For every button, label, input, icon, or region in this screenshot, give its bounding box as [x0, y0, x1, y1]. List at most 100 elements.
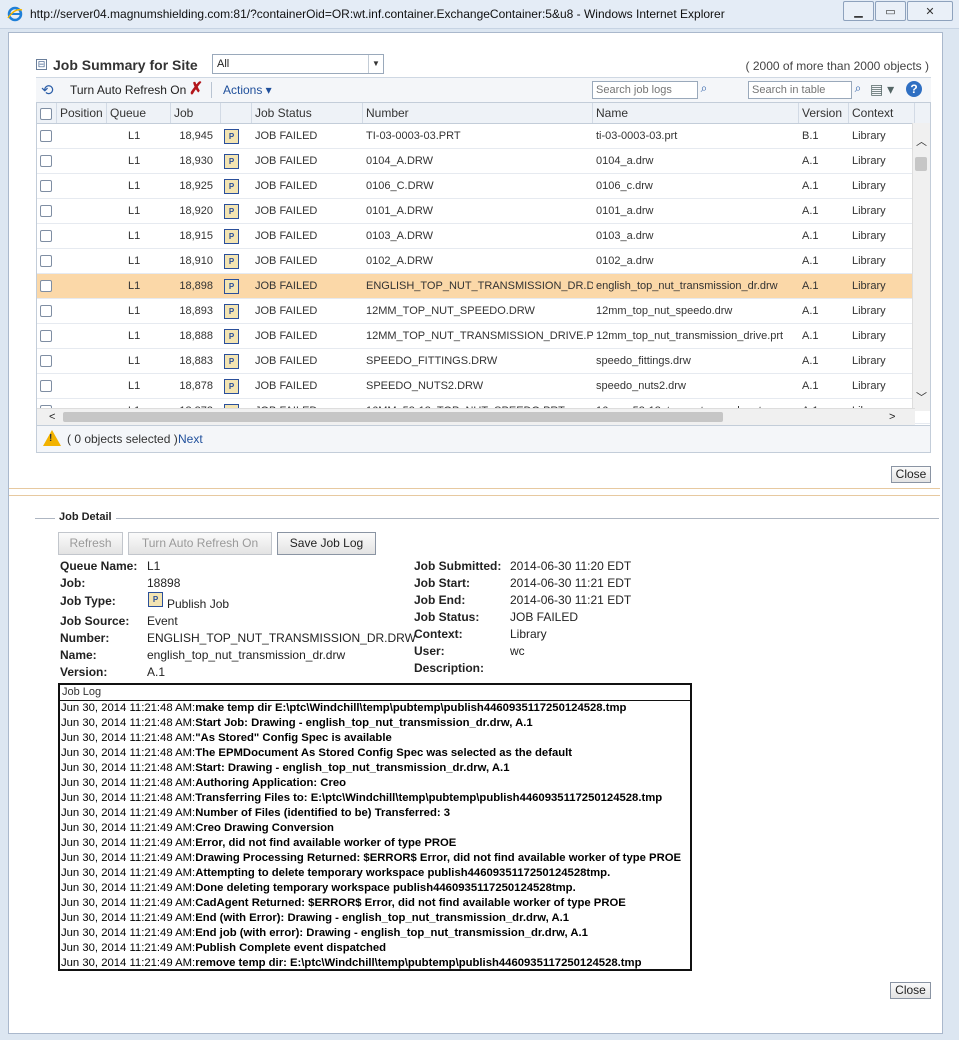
table-row[interactable]: L1 18,893 P JOB FAILED 12MM_TOP_NUT_SPEEDO.D… [37, 299, 930, 324]
table-row[interactable]: L1 18,920 P JOB FAILED 0101_A.DRW 0101_a.drw A… [37, 199, 930, 224]
close-detail-button[interactable]: Close [890, 982, 931, 999]
help-icon[interactable]: ? [906, 81, 922, 97]
row-checkbox[interactable] [40, 130, 52, 143]
select-all-checkbox[interactable] [40, 107, 52, 120]
number-cell: ENGLISH_TOP_NUT_TRANSMISSION_DR.DRW [366, 280, 593, 292]
row-checkbox[interactable] [40, 380, 52, 393]
horizontal-scroll-thumb[interactable] [63, 412, 723, 422]
row-checkbox-cell [37, 274, 57, 298]
table-header: Position Queue Job Job Status Number Nam… [37, 103, 930, 124]
actions-menu[interactable]: Actions ▾ [223, 83, 272, 97]
publish-job-icon[interactable]: P [224, 128, 239, 144]
row-checkbox[interactable] [40, 355, 52, 368]
publish-job-icon[interactable]: P [224, 153, 239, 169]
search-job-logs-input[interactable] [592, 81, 698, 99]
save-job-log-button[interactable]: Save Job Log [277, 532, 376, 555]
scroll-left-icon[interactable]: < [49, 409, 55, 425]
table-row[interactable]: L1 18,945 P JOB FAILED TI-03-0003-03.PRT ti-0… [37, 124, 930, 149]
column-header-job[interactable]: Job [171, 103, 221, 123]
table-row[interactable]: L1 18,878 P JOB FAILED SPEEDO_NUTS2.DRW speed… [37, 374, 930, 399]
job-source-label: Job Source: [60, 614, 130, 628]
row-checkbox[interactable] [40, 155, 52, 168]
job-label: Job: [60, 576, 86, 590]
log-message: remove temp dir: E:\ptc\Windchill\temp\p… [195, 957, 642, 969]
table-row[interactable]: L1 18,898 P JOB FAILED ENGLISH_TOP_NUT_TRANS… [37, 274, 930, 299]
row-checkbox[interactable] [40, 230, 52, 243]
name-cell: speedo_fittings.drw [596, 355, 691, 367]
publish-job-icon[interactable]: P [224, 278, 239, 294]
refresh-icon[interactable]: ⟲ [41, 81, 54, 99]
publish-job-icon[interactable]: P [224, 228, 239, 244]
name-label: Name: [60, 648, 97, 662]
number-cell: 0106_C.DRW [366, 180, 434, 192]
row-checkbox[interactable] [40, 330, 52, 343]
next-page-link[interactable]: Next [178, 432, 203, 446]
job-type-cell: P [221, 174, 252, 198]
row-checkbox[interactable] [40, 305, 52, 318]
job-number-cell: 18,930 [179, 155, 213, 167]
column-header-type[interactable] [221, 103, 252, 123]
delete-icon[interactable]: ✗ [189, 79, 203, 99]
table-row[interactable]: L1 18,915 P JOB FAILED 0103_A.DRW 0103_a.drw A… [37, 224, 930, 249]
collapse-icon[interactable]: ⊟ [36, 59, 47, 70]
table-row[interactable]: L1 18,910 P JOB FAILED 0102_A.DRW 0102_a.drw A… [37, 249, 930, 274]
row-checkbox[interactable] [40, 280, 52, 293]
publish-job-icon[interactable]: P [224, 378, 239, 394]
close-window-button[interactable]: ✕ [907, 1, 953, 21]
publish-job-icon[interactable]: P [224, 203, 239, 219]
table-row[interactable]: L1 18,930 P JOB FAILED 0104_A.DRW 0104_a.drw A… [37, 149, 930, 174]
queue-name-value: L1 [147, 559, 161, 573]
log-message: End (with Error): Drawing - english_top_… [195, 912, 570, 924]
publish-job-icon[interactable]: P [224, 353, 239, 369]
scroll-right-icon[interactable]: > [889, 409, 895, 425]
publish-job-icon[interactable]: P [224, 303, 239, 319]
column-header-context[interactable]: Context [849, 103, 915, 123]
publish-job-icon[interactable]: P [224, 253, 239, 269]
row-checkbox[interactable] [40, 180, 52, 193]
job-number-cell: 18,920 [179, 205, 213, 217]
row-checkbox[interactable] [40, 255, 52, 268]
table-row[interactable]: L1 18,925 P JOB FAILED 0106_C.DRW 0106_c.drw A… [37, 174, 930, 199]
table-row[interactable]: L1 18,888 P JOB FAILED 12MM_TOP_NUT_TRANSMIS… [37, 324, 930, 349]
scroll-down-icon[interactable]: ﹀ [916, 389, 927, 405]
job-status-cell: JOB FAILED [255, 155, 318, 167]
job-type-cell: P [221, 349, 252, 373]
column-header-queue[interactable]: Queue [107, 103, 171, 123]
refresh-button[interactable]: Refresh [58, 532, 123, 555]
search-in-table-input[interactable] [748, 81, 852, 99]
search-icon[interactable]: ⌕ [850, 81, 866, 97]
position-cell [57, 324, 107, 348]
turn-auto-refresh-on-button[interactable]: Turn Auto Refresh On [70, 83, 186, 97]
column-header-name[interactable]: Name [593, 103, 799, 123]
search-icon[interactable]: ⌕ [696, 81, 712, 97]
column-header-number[interactable]: Number [363, 103, 593, 123]
number-cell: 0104_A.DRW [366, 155, 434, 167]
context-cell: Library [852, 155, 886, 167]
close-summary-button[interactable]: Close [891, 466, 931, 483]
vertical-scrollbar[interactable]: ︿ ﹀ [912, 123, 930, 411]
log-message: Publish Complete event dispatched [195, 942, 387, 954]
context-label: Context: [414, 627, 463, 641]
scroll-up-icon[interactable]: ︿ [916, 133, 927, 149]
column-header-version[interactable]: Version [799, 103, 849, 123]
row-checkbox[interactable] [40, 205, 52, 218]
horizontal-scrollbar[interactable]: < > [37, 408, 915, 425]
log-line: Jun 30, 2014 11:21:49 AM:Creo Drawing Co… [60, 821, 690, 836]
number-cell: 12MM_TOP_NUT_TRANSMISSION_DRIVE.PRT [366, 330, 593, 342]
table-row[interactable]: L1 18,883 P JOB FAILED SPEEDO_FITTINGS.DRW sp… [37, 349, 930, 374]
column-header-job-status[interactable]: Job Status [252, 103, 363, 123]
view-menu-icon[interactable]: ▤ ▾ [870, 81, 894, 98]
job-summary-panel: ⊟ Job Summary for Site All ▼ ( 2000 of m… [36, 51, 931, 453]
turn-auto-refresh-on-detail-button[interactable]: Turn Auto Refresh On [128, 532, 272, 555]
chevron-down-icon: ▼ [368, 55, 383, 73]
scroll-thumb[interactable] [915, 157, 927, 171]
log-message: Attempting to delete temporary workspace… [195, 867, 611, 879]
publish-job-icon[interactable]: P [224, 178, 239, 194]
section-divider [9, 488, 940, 496]
column-header-position[interactable]: Position [57, 103, 107, 123]
site-select[interactable]: All ▼ [212, 54, 384, 74]
log-message: make temp dir E:\ptc\Windchill\temp\pubt… [195, 702, 627, 714]
minimize-button[interactable]: ▁ [843, 1, 874, 21]
maximize-button[interactable]: ▭ [875, 1, 906, 21]
publish-job-icon[interactable]: P [224, 328, 239, 344]
